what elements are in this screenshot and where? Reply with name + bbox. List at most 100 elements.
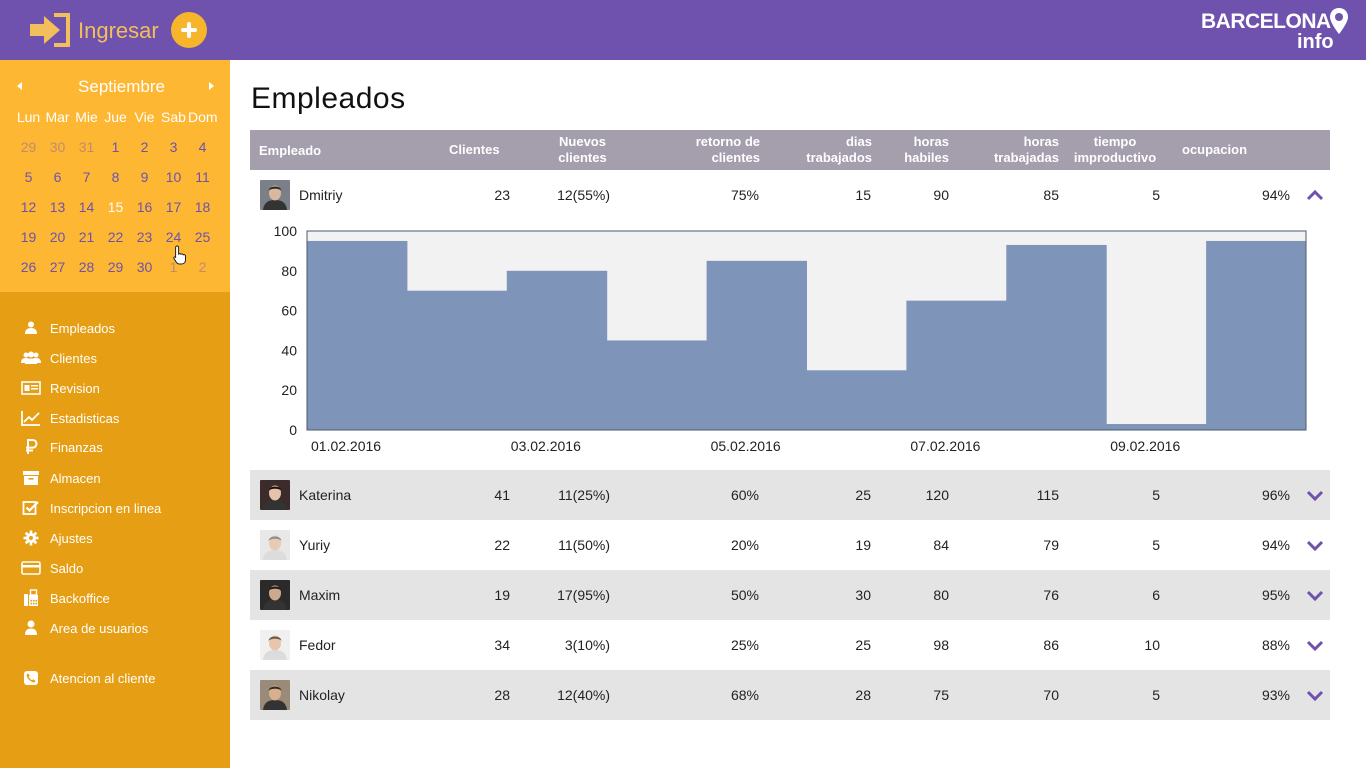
calendar-day[interactable]: 23 [130,222,159,252]
sidebar-item-area-de-usuarios[interactable]: Area de usuarios [20,617,148,639]
sidebar-item-label: Saldo [50,560,84,576]
fax-icon [20,589,42,607]
x-tick-label: 01.02.2016 [311,438,381,454]
col-retorno: retorno de clientes [670,134,760,166]
calendar-day[interactable]: 2 [188,252,217,282]
calendar-day[interactable]: 21 [72,222,101,252]
table-row[interactable]: Dmitriy 23 12(55%) 75% 15 90 85 5 94% [250,170,1330,220]
table-row[interactable]: Fedor 34 3(10%) 25% 25 98 86 10 88% [250,620,1330,670]
calendar-day[interactable]: 3 [159,132,188,162]
sidebar-item-ajustes[interactable]: Ajustes [20,527,93,549]
calendar-day[interactable]: 10 [159,162,188,192]
calendar-day[interactable]: 9 [130,162,159,192]
sidebar-item-estadisticas[interactable]: Estadisticas [20,407,119,429]
cell-dias: 25 [855,487,871,503]
calendar-day-number: 19 [20,229,37,245]
sidebar-item-finanzas[interactable]: Finanzas [20,436,103,458]
chevron-down-icon[interactable] [1306,539,1324,551]
calendar-day[interactable]: 31 [72,132,101,162]
sidebar-item-backoffice[interactable]: Backoffice [20,587,110,609]
sidebar-item-label: Estadisticas [50,410,120,426]
employee-name: Nikolay [299,687,345,703]
calendar-day[interactable]: 5 [14,162,43,192]
table-row[interactable]: Nikolay 28 12(40%) 68% 28 75 70 5 93% [250,670,1330,720]
employee-name: Katerina [299,487,352,503]
y-tick-label: 20 [281,382,297,398]
calendar-day[interactable]: 4 [188,132,217,162]
calendar-day[interactable]: 12 [14,192,43,222]
chevron-up-icon[interactable] [1306,189,1324,201]
calendar-day-number: 12 [20,199,37,215]
calendar-day[interactable]: 14 [72,192,101,222]
col-retorno-line1: retorno de [695,134,760,149]
calendar-day[interactable]: 17 [159,192,188,222]
sidebar-item-saldo[interactable]: Saldo [20,557,83,579]
avatar [260,530,290,560]
chart-step-segment [906,300,1007,430]
chevron-down-icon[interactable] [1306,689,1324,701]
cell-horas-trabajadas: 76 [1043,587,1059,603]
ocupacion-chart: 0 20 40 60 80 100 01.02.2016 03.02.2016 05.02.20… [274,223,1307,454]
calendar-day[interactable]: 27 [43,252,72,282]
calendar-day[interactable]: 28 [72,252,101,282]
calendar-day[interactable]: 8 [101,162,130,192]
calendar-day[interactable]: 19 [14,222,43,252]
weekday-label: Mie [75,109,98,125]
calendar-day-number: 26 [20,259,37,275]
sidebar-item-revision[interactable]: Revision [20,377,100,399]
cell-clientes: 19 [494,587,510,603]
chevron-down-icon[interactable] [1306,489,1324,501]
calendar-day-number: 23 [136,229,153,245]
y-tick-label: 40 [281,342,297,358]
page-title: Empleados [251,82,406,115]
chevron-down-icon[interactable] [1306,639,1324,651]
next-month-icon[interactable] [209,82,214,90]
table-row[interactable]: Maxim 19 17(95%) 50% 30 80 76 6 95% [250,570,1330,620]
cell-dias: 15 [855,187,871,203]
login-button[interactable]: Ingresar [28,12,159,48]
sidebar-item-inscripcion-en-linea[interactable]: Inscripcion en linea [20,497,161,519]
calendar-day[interactable]: 20 [43,222,72,252]
sidebar-item-almacen[interactable]: Almacen [20,467,101,489]
chart-step-segment [706,260,807,430]
calendar-day[interactable]: 18 [188,192,217,222]
cell-clientes: 41 [494,487,510,503]
calendar-day[interactable]: 29 [14,132,43,162]
calendar-day[interactable]: 11 [188,162,217,192]
cell-clientes: 28 [494,687,510,703]
chevron-down-icon[interactable] [1306,589,1324,601]
cell-tiempo: 5 [1152,537,1160,553]
sidebar-item-clientes[interactable]: Clientes [20,347,97,369]
calendar-day-number: 14 [78,199,95,215]
calendar-day[interactable]: 29 [101,252,130,282]
sidebar-item-label: Ajustes [50,530,93,546]
sidebar-item-atencion-al-cliente[interactable]: Atencion al cliente [20,667,156,689]
line-chart-icon [20,409,42,427]
calendar-day[interactable]: 30 [43,132,72,162]
calendar-day[interactable]: 1 [101,132,130,162]
calendar-day[interactable]: 26 [14,252,43,282]
table-row[interactable]: Katerina 41 11(25%) 60% 25 120 115 5 96% [250,470,1330,520]
calendar-day[interactable]: 15 [101,192,130,222]
map-pin-icon [1330,8,1348,34]
cell-nuevos: 17(95%) [557,587,610,603]
calendar-day[interactable]: 30 [130,252,159,282]
calendar-day-number: 1 [169,259,178,275]
calendar-day[interactable]: 13 [43,192,72,222]
calendar-day[interactable]: 25 [188,222,217,252]
chart-step-segment [506,270,608,430]
chart-step-segment [1006,244,1107,430]
add-button[interactable] [171,12,207,48]
sidebar-item-empleados[interactable]: Empleados [20,317,115,339]
calendar-day[interactable]: 22 [101,222,130,252]
cell-retorno: 50% [730,587,759,603]
table-row[interactable]: Yuriy 22 11(50%) 20% 19 84 79 5 94% [250,520,1330,570]
calendar-day[interactable]: 2 [130,132,159,162]
calendar-day[interactable]: 7 [72,162,101,192]
col-retorno-line2: clientes [711,150,760,165]
calendar-day[interactable]: 6 [43,162,72,192]
col-nuevos-line2: clientes [558,150,607,165]
y-tick-label: 0 [289,422,297,438]
calendar-day[interactable]: 16 [130,192,159,222]
sign-in-icon [30,13,70,47]
